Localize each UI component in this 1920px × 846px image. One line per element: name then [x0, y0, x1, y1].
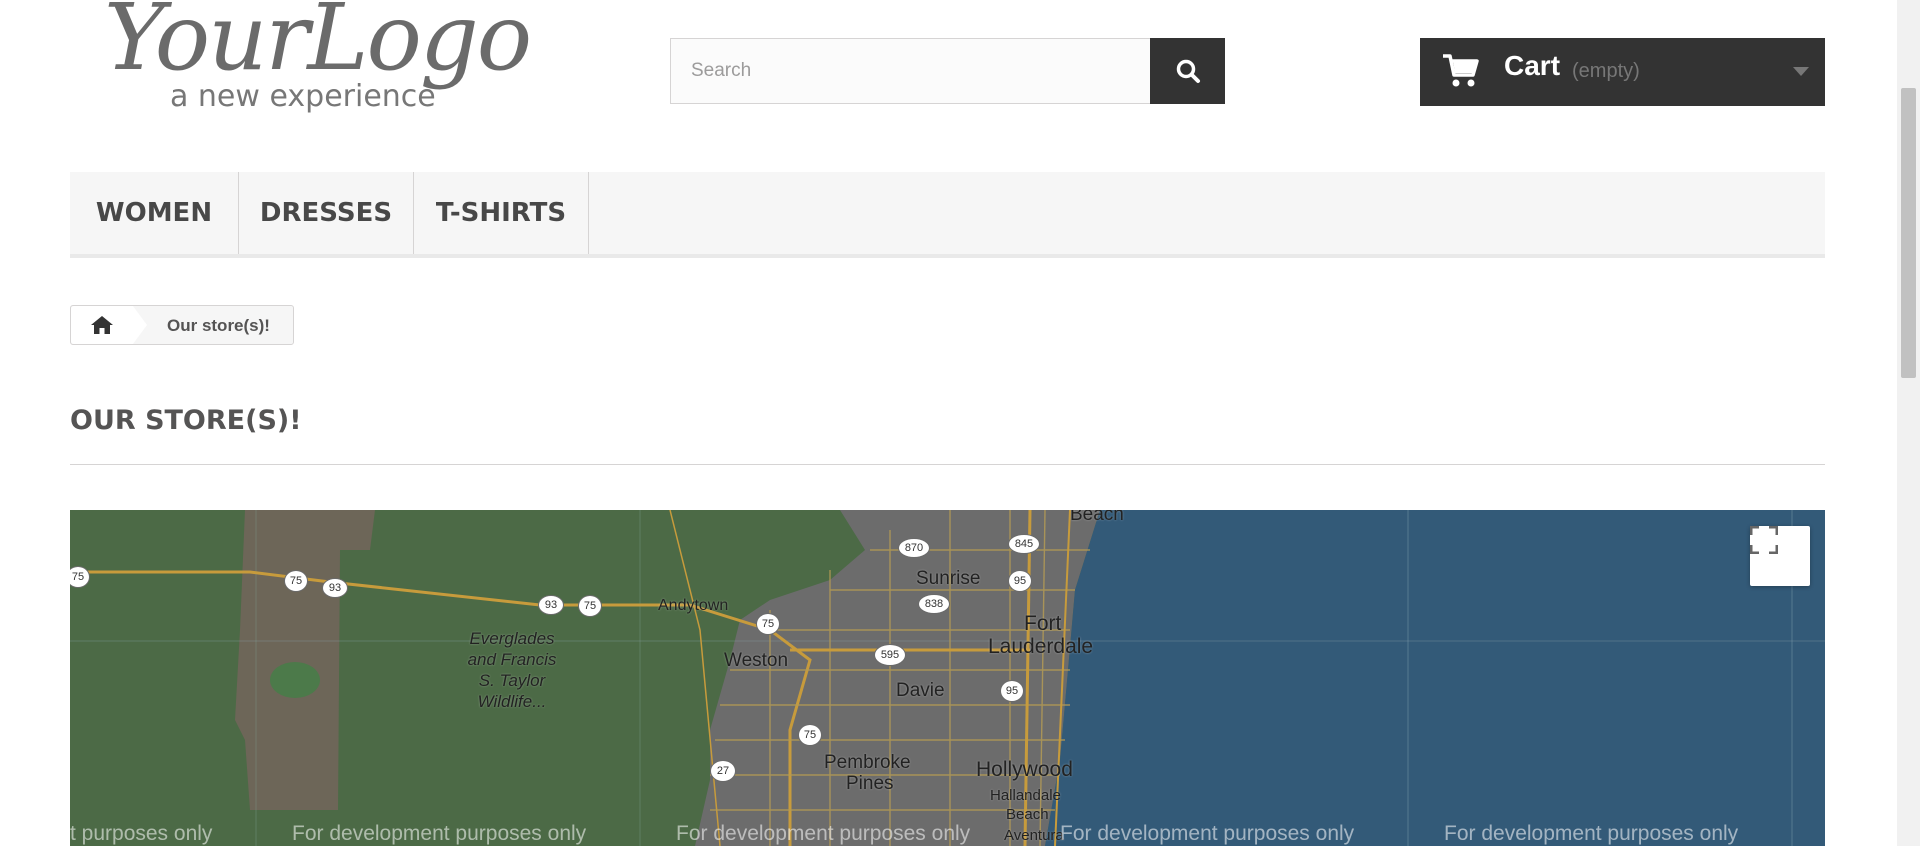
map-label: Pines — [846, 773, 894, 794]
map-label-line: S. Taylor — [478, 671, 546, 690]
map-watermark: For development purposes only — [676, 822, 971, 845]
highway-shield: 27 — [710, 760, 736, 782]
breadcrumb-home-link[interactable] — [71, 306, 133, 344]
scrollbar-thumb[interactable] — [1901, 88, 1916, 378]
map-label: Pembroke — [824, 752, 911, 773]
highway-shield: 595 — [874, 644, 906, 666]
menu-item-t-shirts[interactable]: T-SHIRTS — [414, 172, 589, 254]
map-label-line: Wildlife... — [477, 692, 547, 711]
site-logo[interactable]: YourLogo a new experience — [104, 0, 544, 120]
highway-shield: 838 — [918, 594, 950, 614]
map-label: Fort — [1024, 612, 1062, 635]
map-label: Davie — [896, 680, 945, 701]
cart-icon — [1443, 54, 1479, 87]
map-label: Beach — [1006, 806, 1049, 823]
logo-tagline: a new experience — [170, 79, 436, 114]
map-label: Sunrise — [916, 568, 981, 589]
cart-button[interactable]: Cart (empty) — [1420, 38, 1825, 106]
cart-status: (empty) — [1572, 60, 1640, 82]
search-box — [670, 38, 1151, 104]
map-tiles — [70, 510, 1825, 846]
breadcrumb-current: Our store(s)! — [167, 316, 270, 335]
highway-shield: 95 — [1008, 570, 1032, 592]
map-label: Hallandale — [990, 787, 1061, 804]
highway-shield: 75 — [284, 570, 308, 592]
breadcrumb: Our store(s)! — [70, 305, 294, 345]
highway-shield: 75 — [578, 595, 602, 617]
cart-label: Cart — [1504, 50, 1561, 81]
map-watermark: t purposes only — [70, 822, 213, 845]
search-input[interactable] — [671, 39, 1150, 103]
search-button[interactable] — [1150, 38, 1225, 104]
highway-shield: 845 — [1008, 534, 1040, 554]
menu-item-women[interactable]: WOMEN — [70, 172, 239, 254]
search-icon — [1176, 59, 1200, 83]
map-label: Lauderdale — [988, 635, 1094, 658]
fullscreen-icon — [1750, 526, 1778, 554]
page-scrollbar[interactable] — [1897, 0, 1920, 846]
chevron-down-icon[interactable] — [1793, 67, 1809, 76]
store-map[interactable]: 75 75 93 93 75 870 845 95 838 75 595 95 … — [70, 510, 1825, 846]
map-fullscreen-button[interactable] — [1750, 526, 1810, 586]
map-watermark: For development purposes only — [1060, 822, 1355, 845]
main-menu: WOMEN DRESSES T-SHIRTS — [70, 172, 1825, 258]
map-label: Beach — [1070, 510, 1124, 525]
highway-shield: 95 — [1000, 680, 1024, 702]
highway-shield: 93 — [322, 578, 348, 598]
title-divider — [70, 464, 1825, 465]
menu-item-dresses[interactable]: DRESSES — [239, 172, 414, 254]
map-label: Andytown — [658, 597, 729, 614]
logo-wordmark: YourLogo — [104, 0, 532, 91]
highway-shield: 870 — [898, 538, 930, 558]
home-icon — [91, 316, 113, 334]
map-label: Aventura — [1004, 827, 1064, 844]
highway-shield: 75 — [798, 724, 822, 746]
breadcrumb-separator — [133, 306, 147, 344]
map-label-line: Everglades — [469, 629, 555, 648]
page-title: OUR STORE(S)! — [70, 405, 302, 436]
map-watermark: For development purposes only — [292, 822, 587, 845]
map-label: Hollywood — [976, 758, 1073, 781]
map-label-line: and Francis — [467, 650, 557, 669]
map-label: Everglades and Francis S. Taylor Wildlif… — [442, 628, 582, 712]
map-watermark: For development purposes only — [1444, 822, 1739, 845]
highway-shield: 75 — [756, 613, 780, 635]
highway-shield: 93 — [538, 595, 564, 615]
map-label: Weston — [724, 650, 789, 671]
